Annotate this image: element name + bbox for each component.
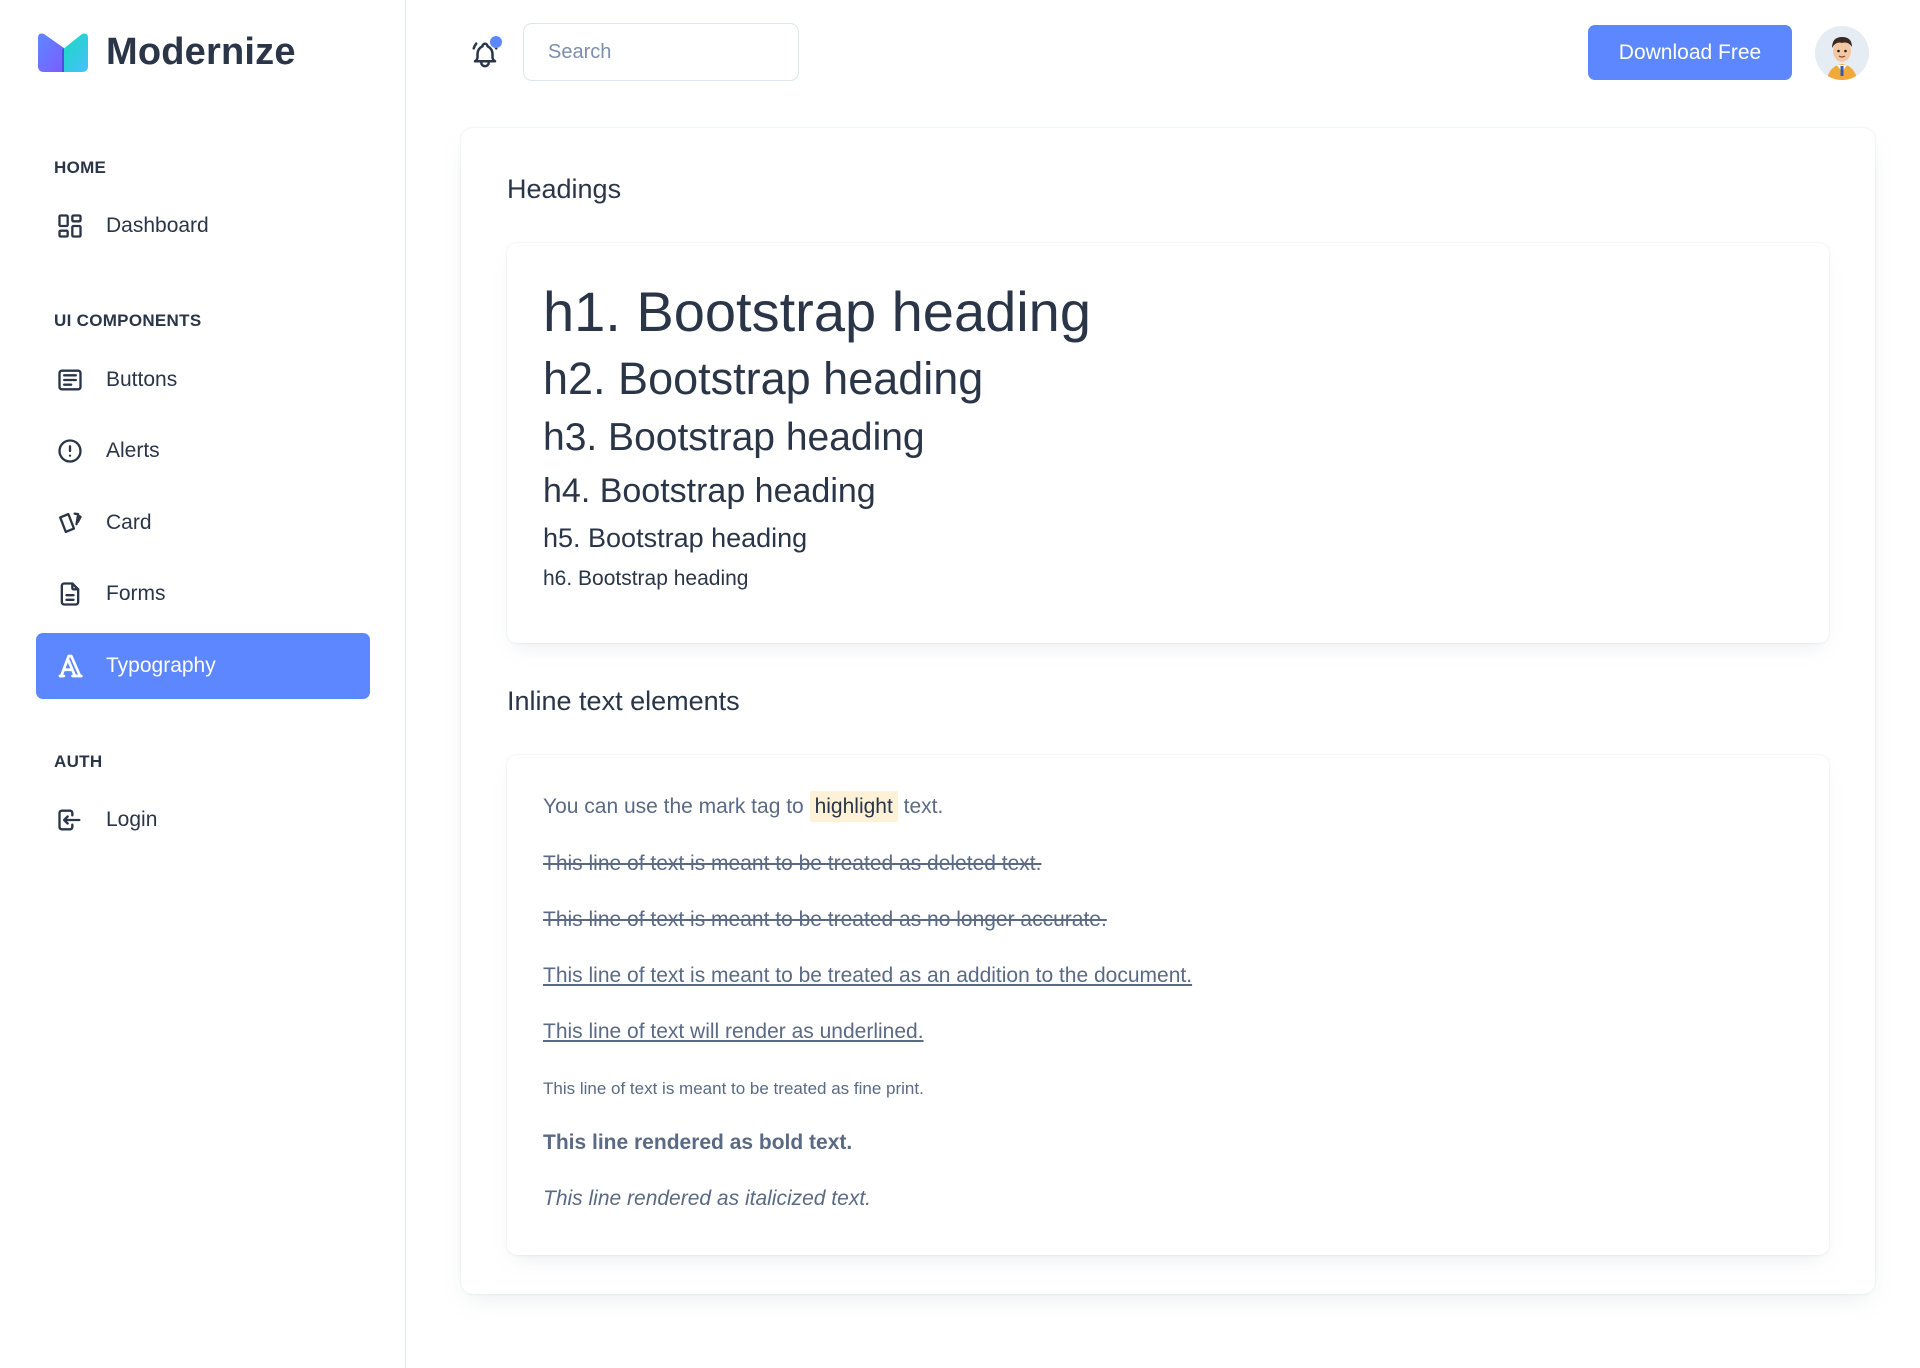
nav-caption-ui-components: UI COMPONENTS [54, 311, 202, 330]
heading-h3: h3. Bootstrap heading [543, 416, 925, 459]
underlined-text-line: This line of text will render as underli… [543, 1020, 924, 1043]
sidebar-item-label: Dashboard [106, 214, 209, 237]
sidebar-item-label: Typography [106, 654, 216, 677]
italic-text-line: This line rendered as italicized text. [543, 1187, 871, 1210]
fine-print-line: This line of text is meant to be treated… [543, 1079, 924, 1098]
section-title-inline-text: Inline text elements [507, 686, 740, 716]
mark-line: You can use the mark tag to highlight te… [543, 791, 944, 822]
inserted-text-line: This line of text is meant to be treated… [543, 964, 1193, 987]
file-description-icon [54, 578, 86, 610]
sidebar: Modernize HOME Dashboard UI COMPONENTS B… [0, 0, 406, 1368]
download-free-button[interactable]: Download Free [1588, 25, 1792, 80]
section-title-headings: Headings [507, 174, 622, 204]
nav-caption-home: HOME [54, 158, 107, 177]
typography-card: Headings h1. Bootstrap heading h2. Boots… [461, 128, 1875, 1294]
search-input[interactable] [523, 23, 799, 81]
login-icon [54, 804, 86, 836]
sidebar-item-label: Alerts [106, 439, 160, 462]
modernize-logo-icon [38, 33, 88, 72]
heading-h5: h5. Bootstrap heading [543, 523, 808, 553]
article-icon [54, 364, 86, 396]
notification-bell-button[interactable] [466, 36, 504, 74]
sidebar-item-typography[interactable]: Typography [36, 633, 370, 699]
highlight-mark: highlight [809, 791, 898, 822]
user-avatar-icon [1815, 26, 1869, 80]
alert-circle-icon [54, 435, 86, 467]
sidebar-item-buttons[interactable]: Buttons [36, 347, 370, 413]
sidebar-item-card[interactable]: Card [36, 490, 370, 556]
heading-h1: h1. Bootstrap heading [543, 280, 1091, 343]
heading-h4: h4. Bootstrap heading [543, 472, 876, 510]
sidebar-item-dashboard[interactable]: Dashboard [36, 193, 370, 259]
sidebar-item-login[interactable]: Login [36, 787, 370, 853]
deleted-text-line: This line of text is meant to be treated… [543, 852, 1042, 875]
nav-caption-auth: AUTH [54, 752, 103, 771]
brand[interactable]: Modernize [36, 30, 296, 74]
layout-dashboard-icon [54, 210, 86, 242]
sidebar-item-label: Buttons [106, 368, 178, 391]
headings-card: h1. Bootstrap heading h2. Bootstrap head… [507, 243, 1829, 643]
inline-text-card: You can use the mark tag to highlight te… [507, 755, 1829, 1255]
heading-h6: h6. Bootstrap heading [543, 567, 749, 590]
strikethrough-text-line: This line of text is meant to be treated… [543, 908, 1107, 931]
mark-prefix: You can use the mark tag to [543, 795, 804, 818]
sidebar-item-alerts[interactable]: Alerts [36, 418, 370, 484]
notification-dot [490, 36, 502, 48]
bold-text-line: This line rendered as bold text. [543, 1131, 853, 1154]
sidebar-item-forms[interactable]: Forms [36, 561, 370, 627]
typography-icon [54, 650, 86, 682]
sidebar-item-label: Login [106, 808, 158, 831]
brand-name: Modernize [106, 30, 296, 73]
sidebar-item-label: Forms [106, 582, 166, 605]
mark-suffix: text. [903, 795, 944, 818]
avatar[interactable] [1815, 26, 1869, 80]
cards-icon [54, 507, 86, 539]
heading-h2: h2. Bootstrap heading [543, 353, 984, 404]
sidebar-item-label: Card [106, 511, 152, 534]
